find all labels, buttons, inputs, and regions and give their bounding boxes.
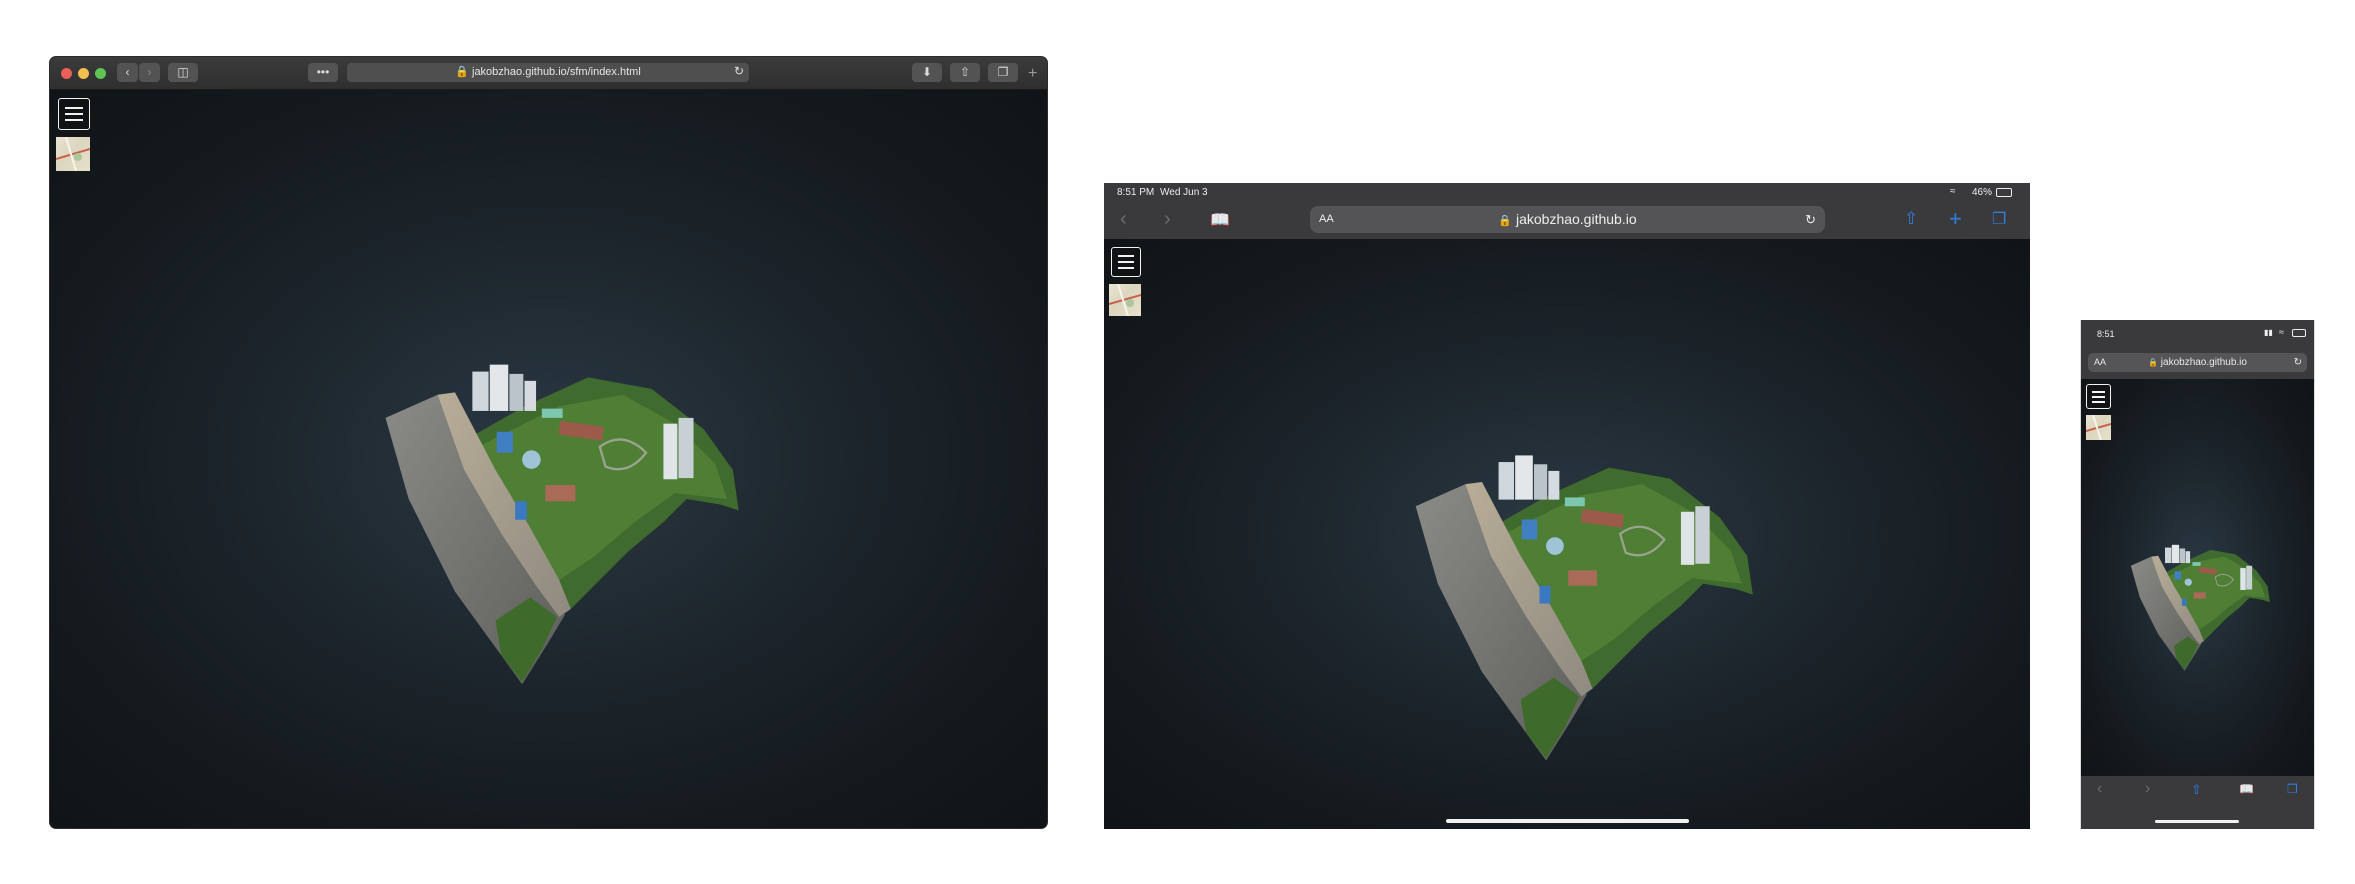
iphone-toolbar: 8:51 ▮▮ ≈ AA 🔒 jakobzhao.github.io ↻	[2081, 320, 2314, 379]
status-time: 8:51	[2097, 329, 2115, 339]
forward-icon[interactable]: ›	[2145, 780, 2150, 798]
more-icon[interactable]: •••	[308, 63, 338, 82]
ipad-safari: 8:51 PM Wed Jun 3 ≈ 46% ‹ › 📖 AA 🔒 jakob…	[1104, 183, 2030, 829]
tabs-icon[interactable]: ❐	[988, 63, 1018, 82]
share-icon[interactable]: ⇧	[950, 63, 980, 82]
desktop-safari-window: ‹ › ◫ ••• 🔒 jakobzhao.github.io/sfm/inde…	[50, 57, 1047, 828]
forward-icon[interactable]: ›	[1164, 208, 1171, 231]
share-icon[interactable]: ⇧	[2191, 782, 2202, 798]
back-icon[interactable]: ‹	[1120, 208, 1127, 231]
safari-toolbar: ‹ › ◫ ••• 🔒 jakobzhao.github.io/sfm/inde…	[50, 57, 1047, 90]
wifi-icon: ≈	[2279, 327, 2284, 337]
wifi-icon: ≈	[1950, 186, 1956, 197]
forward-icon[interactable]: ›	[139, 63, 160, 82]
reader-button[interactable]: AA	[2094, 353, 2106, 372]
download-icon[interactable]: ⬇	[912, 63, 942, 82]
signal-icon: ▮▮	[2264, 328, 2273, 337]
address-bar[interactable]: AA 🔒 jakobzhao.github.io ↻	[1310, 206, 1825, 233]
back-icon[interactable]: ‹	[2097, 780, 2102, 798]
add-icon[interactable]: +	[1949, 206, 1962, 232]
lock-icon: 🔒	[2148, 358, 2158, 367]
lock-icon: 🔒	[455, 66, 469, 78]
hamburger-icon[interactable]	[58, 98, 90, 130]
new-tab-icon[interactable]: +	[1028, 65, 1037, 83]
address-text: jakobzhao.github.io	[1515, 211, 1637, 227]
back-icon[interactable]: ‹	[117, 63, 138, 82]
home-indicator	[2155, 820, 2239, 823]
3d-model[interactable]	[2119, 543, 2284, 673]
ipad-toolbar: 8:51 PM Wed Jun 3 ≈ 46% ‹ › 📖 AA 🔒 jakob…	[1104, 183, 2030, 239]
basemap-thumbnail[interactable]	[2086, 415, 2111, 440]
battery-icon	[2292, 329, 2306, 337]
hamburger-icon[interactable]	[1111, 247, 1141, 277]
3d-model[interactable]	[1387, 451, 1787, 766]
tabs-icon[interactable]: ❐	[2287, 782, 2298, 796]
sidebar-icon[interactable]: ◫	[168, 63, 198, 82]
status-time: 8:51 PM	[1117, 187, 1155, 198]
address-bar[interactable]: 🔒 jakobzhao.github.io/sfm/index.html	[347, 63, 749, 82]
minimize-dot[interactable]	[78, 68, 89, 79]
reload-icon[interactable]: ↻	[1805, 206, 1816, 233]
reader-button[interactable]: AA	[1319, 206, 1334, 233]
iphone-bottom-bar: ‹ › ⇧ 📖 ❐	[2081, 776, 2314, 829]
status-date: Wed Jun 3	[1160, 187, 1208, 198]
bookmarks-icon[interactable]: 📖	[1210, 210, 1230, 230]
3d-model[interactable]	[355, 360, 775, 690]
reload-icon[interactable]: ↻	[734, 64, 744, 78]
close-dot[interactable]	[61, 68, 72, 79]
address-text: jakobzhao.github.io/sfm/index.html	[472, 66, 641, 78]
battery-percent: 46%	[1972, 187, 1993, 198]
hamburger-icon[interactable]	[2086, 384, 2111, 409]
lock-icon: 🔒	[1498, 215, 1513, 227]
basemap-thumbnail[interactable]	[56, 137, 90, 171]
address-bar[interactable]: AA 🔒 jakobzhao.github.io ↻	[2088, 353, 2307, 372]
bookmarks-icon[interactable]: 📖	[2239, 782, 2254, 796]
address-text: jakobzhao.github.io	[2160, 357, 2247, 368]
zoom-dot[interactable]	[95, 68, 106, 79]
tabs-icon[interactable]: ❐	[1992, 209, 2006, 229]
battery-icon	[1996, 188, 2012, 197]
reload-icon[interactable]: ↻	[2294, 353, 2302, 372]
basemap-thumbnail[interactable]	[1109, 284, 1141, 316]
iphone-safari: 8:51 ▮▮ ≈ AA 🔒 jakobzhao.github.io ↻ ‹ ›…	[2080, 320, 2315, 829]
home-indicator	[1446, 819, 1689, 823]
share-icon[interactable]: ⇧	[1904, 209, 1918, 229]
